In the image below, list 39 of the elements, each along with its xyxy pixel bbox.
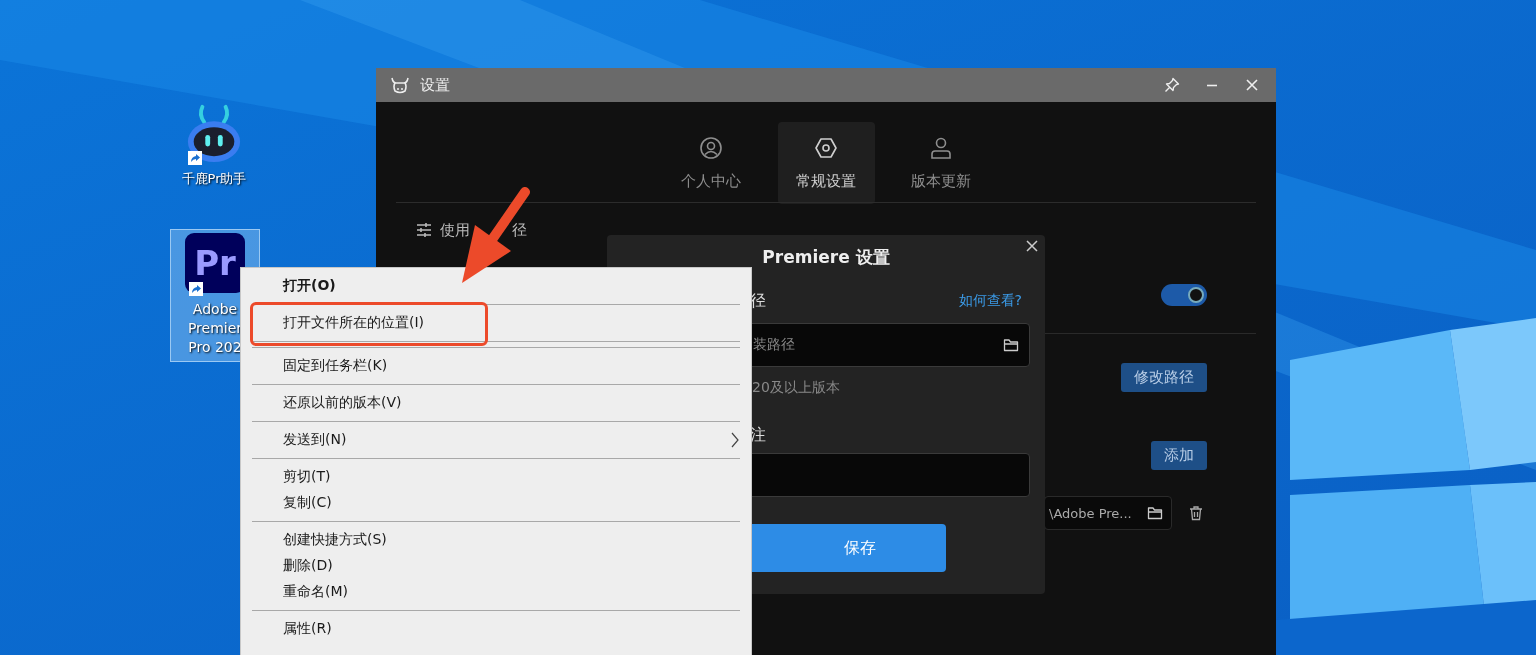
close-icon[interactable] xyxy=(1244,77,1260,93)
app-logo-icon: Pr xyxy=(185,233,245,293)
change-path-button[interactable]: 修改路径 xyxy=(1121,362,1207,392)
menu-item[interactable]: 发送到(N) xyxy=(241,427,751,453)
menu-item[interactable]: 复制(C) xyxy=(241,490,751,516)
shortcut-label: Pro 202 xyxy=(188,338,242,357)
help-link[interactable]: 如何查看? xyxy=(958,292,1022,310)
section-label: 径 xyxy=(512,220,527,240)
shortcut-arrow-icon xyxy=(189,282,203,296)
dialog-title: Premiere 设置 xyxy=(762,245,890,269)
shortcut-arrow-icon xyxy=(188,151,202,165)
add-button[interactable]: 添加 xyxy=(1151,440,1207,470)
folder-icon xyxy=(1147,506,1163,520)
shortcut-label: Adobe xyxy=(192,300,238,319)
menu-item[interactable]: 还原以前的版本(V) xyxy=(241,390,751,416)
field-label: 径 xyxy=(750,290,766,312)
folder-icon xyxy=(1003,338,1019,352)
settings-tab[interactable]: 个人中心 xyxy=(662,122,760,204)
menu-item[interactable]: 剪切(T) xyxy=(241,464,751,490)
toggle-switch[interactable] xyxy=(1161,284,1207,306)
path-field[interactable]: \Adobe Pre... xyxy=(1044,496,1172,530)
desktop-shortcut[interactable]: 千鹿Pr助手 xyxy=(172,98,256,196)
window-title: 设置 xyxy=(420,75,450,95)
menu-item[interactable]: 属性(R) xyxy=(241,616,751,642)
close-icon[interactable] xyxy=(1026,240,1038,252)
settings-tab[interactable]: 版本更新 xyxy=(892,122,990,204)
trash-icon[interactable] xyxy=(1188,505,1204,521)
settings-icon xyxy=(814,135,838,160)
sliders-icon xyxy=(416,222,432,238)
bull-icon xyxy=(390,76,410,94)
user-circle-icon xyxy=(699,135,723,160)
user-icon xyxy=(929,135,953,160)
pin-icon[interactable] xyxy=(1164,77,1180,93)
shortcut-label: Premier xyxy=(187,319,243,338)
settings-tab[interactable]: 常规设置 xyxy=(777,122,875,204)
hint-text: 20及以上版本 xyxy=(751,378,841,397)
menu-item[interactable]: 重命名(M) xyxy=(241,579,751,605)
section-label: 使用 xyxy=(440,220,470,240)
shortcut-label: 千鹿Pr助手 xyxy=(181,170,247,188)
